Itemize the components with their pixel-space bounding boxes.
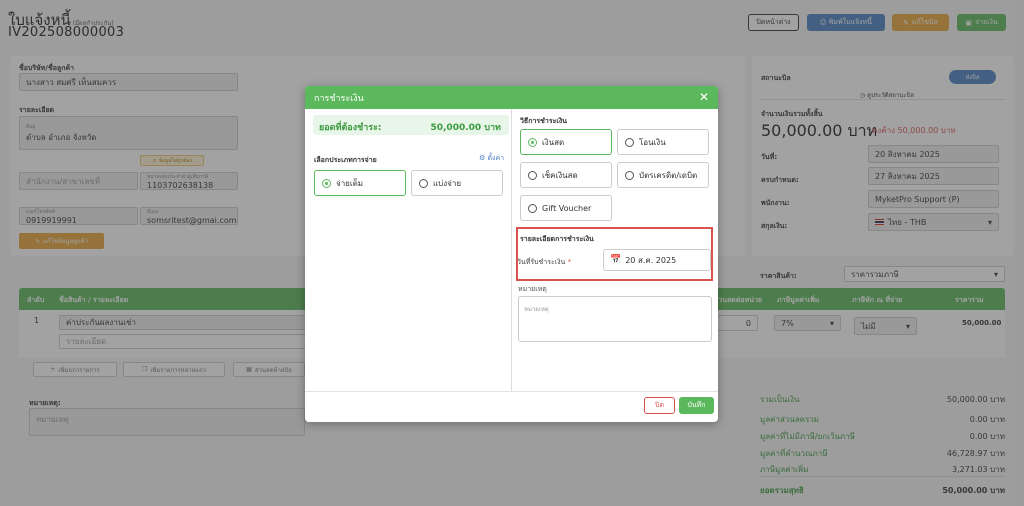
required-mark: * <box>567 258 572 266</box>
radio-icon <box>625 170 634 180</box>
settings-link[interactable]: ⚙ ตั้งค่า <box>479 153 504 164</box>
modal-footer-divider <box>305 391 718 392</box>
payment-type-label: เลือกประเภทการจ่าย <box>314 156 377 164</box>
modal-header: การชำระเงิน ✕ <box>305 86 718 109</box>
radio-icon <box>528 203 537 213</box>
receive-date-input[interactable]: 📅 20 ส.ค. 2025 <box>603 249 711 271</box>
radio-icon <box>419 178 428 188</box>
amount-due-box: ยอดที่ต้องชำระ: 50,000.00 บาท <box>313 115 509 135</box>
payment-modal: การชำระเงิน ✕ ยอดที่ต้องชำระ: 50,000.00 … <box>305 86 718 422</box>
pay-full-option[interactable]: จ่ายเต็ม <box>314 170 406 196</box>
payment-method-label: วิธีการชำระเงิน <box>520 117 567 125</box>
note-label: หมายเหตุ <box>518 285 547 293</box>
method-card-option[interactable]: บัตรเครดิต/เดบิต <box>617 162 709 188</box>
radio-checked-icon <box>528 137 537 147</box>
method-cheque-option[interactable]: เช็คเงินสด <box>520 162 612 188</box>
close-icon[interactable]: ✕ <box>699 90 709 104</box>
modal-column-divider <box>511 109 512 391</box>
method-transfer-option[interactable]: โอนเงิน <box>617 129 709 155</box>
radio-icon <box>625 137 634 147</box>
calendar-icon: 📅 <box>610 255 622 265</box>
amount-due-value: 50,000.00 บาท <box>430 123 501 133</box>
note-textarea[interactable]: หมายเหตุ <box>518 296 712 342</box>
method-gift-voucher-option[interactable]: Gift Voucher <box>520 195 612 221</box>
amount-due-label: ยอดที่ต้องชำระ: <box>319 123 382 133</box>
modal-close-button[interactable]: ปิด <box>644 397 675 414</box>
radio-icon <box>528 170 537 180</box>
radio-checked-icon <box>322 178 331 188</box>
payment-detail-label: รายละเอียดการชำระเงิน <box>520 235 594 243</box>
modal-title: การชำระเงิน <box>314 93 364 104</box>
modal-save-button[interactable]: บันทึก <box>679 397 714 414</box>
method-cash-option[interactable]: เงินสด <box>520 129 612 155</box>
gear-icon: ⚙ <box>479 154 486 162</box>
pay-installment-option[interactable]: แบ่งจ่าย <box>411 170 503 196</box>
receive-date-label: วันที่รับชำระเงิน * <box>517 258 572 266</box>
